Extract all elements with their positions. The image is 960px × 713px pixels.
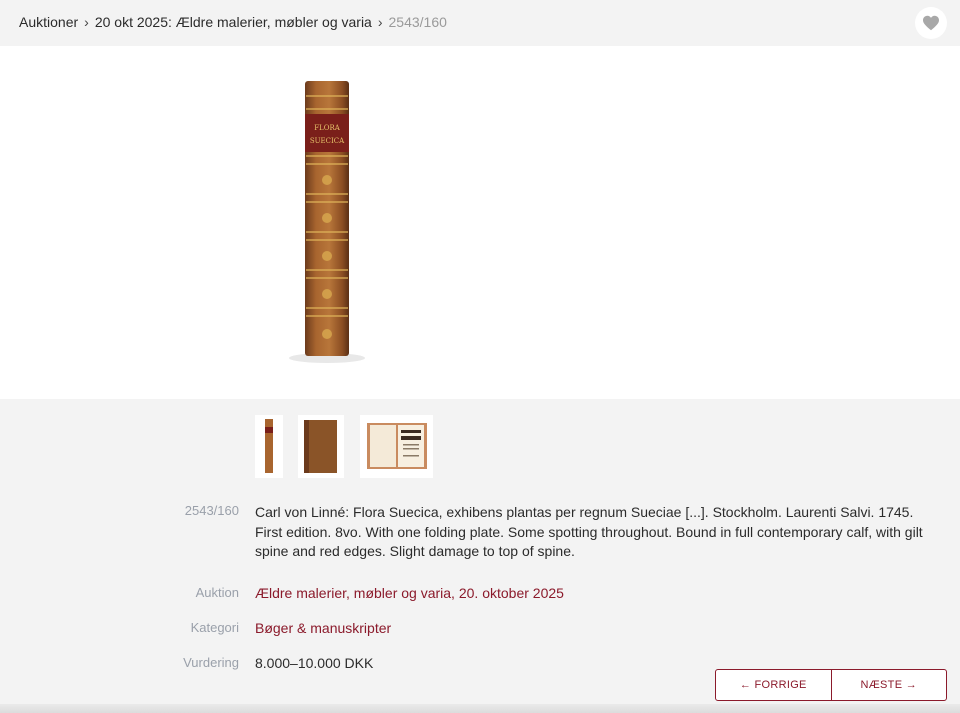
book-spine-image[interactable]: FLORA SUECICA: [285, 76, 375, 366]
image-stage: FLORA SUECICA: [0, 46, 960, 399]
auction-link[interactable]: Ældre malerier, møbler og varia, 20. okt…: [255, 584, 940, 604]
thumbnail-cover[interactable]: [298, 415, 344, 478]
estimate-label: Vurdering: [183, 655, 239, 670]
auction-label: Auktion: [195, 585, 239, 600]
breadcrumb-auctions[interactable]: Auktioner: [19, 14, 78, 30]
lot-number: 2543/160: [184, 503, 239, 518]
spine-title-line-1: FLORA: [314, 124, 341, 132]
category-label: Kategori: [190, 620, 239, 635]
lot-navigation: ← FORRIGE NÆSTE →: [715, 669, 947, 701]
previous-lot-button[interactable]: ← FORRIGE: [716, 670, 831, 700]
lot-description: Carl von Linné: Flora Suecica, exhibens …: [255, 504, 923, 559]
category-link[interactable]: Bøger & manuskripter: [255, 619, 940, 639]
next-lot-button[interactable]: NÆSTE →: [830, 670, 947, 700]
thumbnail-spine[interactable]: [255, 415, 283, 478]
breadcrumb-separator: ›: [377, 14, 383, 30]
favorite-button[interactable]: [915, 7, 947, 39]
bottom-edge: [0, 704, 960, 713]
breadcrumb-auction[interactable]: 20 okt 2025: Ældre malerier, møbler og v…: [95, 14, 372, 30]
breadcrumb-current: 2543/160: [388, 14, 447, 30]
breadcrumb-separator: ›: [84, 14, 89, 30]
heart-icon: [923, 15, 939, 31]
spine-title-line-2: SUECICA: [310, 137, 345, 145]
top-bar: Auktioner › 20 okt 2025: Ældre malerier, m…: [0, 0, 960, 46]
thumbnail-open-book[interactable]: [360, 415, 433, 478]
breadcrumb: Auktioner › 20 okt 2025: Ældre malerier, m…: [19, 14, 447, 30]
